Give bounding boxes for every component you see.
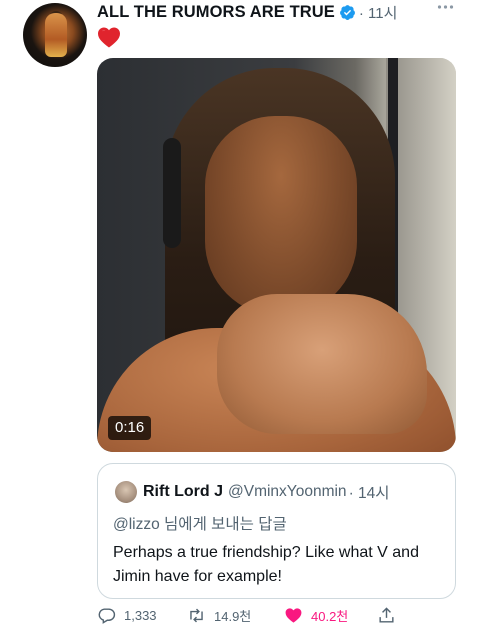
quoted-tweet-text: Perhaps a true friendship? Like what V a… xyxy=(113,544,419,585)
user-avatar[interactable] xyxy=(23,3,87,67)
more-icon[interactable] xyxy=(437,4,454,10)
like-count: 40.2천 xyxy=(311,609,349,624)
video-player[interactable]: 0:16 xyxy=(97,58,456,452)
quoted-handle[interactable]: @VminxYoonmin xyxy=(228,483,347,501)
like-button[interactable]: 40.2천 xyxy=(284,606,348,624)
tweet-header: ALL THE RUMORS ARE TRUE · 11시 xyxy=(97,1,397,23)
heart-emoji-icon xyxy=(98,27,120,48)
quoted-display-name[interactable]: Rift Lord J xyxy=(143,483,223,501)
verified-badge-icon xyxy=(339,4,355,20)
tweet-actions: 1,333 14.9천 40.2천 xyxy=(97,606,467,624)
reply-button[interactable]: 1,333 xyxy=(97,606,157,624)
reply-icon xyxy=(98,608,116,624)
retweet-icon xyxy=(190,608,203,623)
avatar-figure-body xyxy=(45,13,67,57)
quoted-tweet-header: Rift Lord J @VminxYoonmin · 14시 xyxy=(115,481,390,503)
quoted-user-avatar[interactable] xyxy=(115,481,137,503)
reply-count: 1,333 xyxy=(124,608,157,623)
video-person-face xyxy=(205,116,357,316)
like-icon xyxy=(285,608,302,623)
quoted-tweet[interactable]: Rift Lord J @VminxYoonmin · 14시 @lizzo 님… xyxy=(97,463,456,599)
display-name[interactable]: ALL THE RUMORS ARE TRUE xyxy=(97,3,335,22)
tweet-time[interactable]: · 11시 xyxy=(359,2,398,23)
share-button[interactable] xyxy=(377,606,396,624)
video-person-hands xyxy=(217,294,427,434)
video-duration-badge: 0:16 xyxy=(108,416,152,440)
retweet-count: 14.9천 xyxy=(214,609,252,624)
retweet-button[interactable]: 14.9천 xyxy=(187,606,251,624)
quoted-time[interactable]: · 14시 xyxy=(349,481,390,503)
replying-to: @lizzo 님에게 보내는 답글 xyxy=(113,516,287,533)
share-icon xyxy=(379,607,394,623)
video-person-headphones xyxy=(163,138,181,248)
